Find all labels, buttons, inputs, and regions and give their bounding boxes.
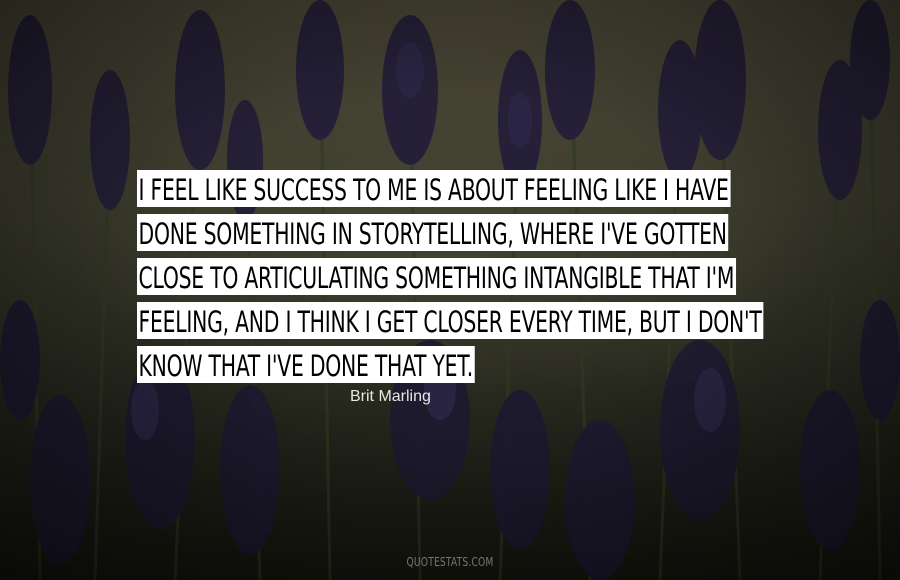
quote-line: I FEEL LIKE SUCCESS TO ME IS ABOUT FEELI… — [137, 170, 777, 214]
quote-line-text: DONE SOMETHING IN STORYTELLING, WHERE I'… — [137, 214, 729, 251]
author-name: Brit Marling — [350, 388, 431, 405]
quote-line: CLOSE TO ARTICULATING SOMETHING INTANGIB… — [137, 258, 777, 302]
quote-line-text: KNOW THAT I'VE DONE THAT YET. — [137, 346, 475, 383]
quote-line: FEELING, AND I THINK I GET CLOSER EVERY … — [137, 302, 777, 346]
quote-line-text: I FEEL LIKE SUCCESS TO ME IS ABOUT FEELI… — [137, 170, 731, 207]
quote-line-text: CLOSE TO ARTICULATING SOMETHING INTANGIB… — [137, 258, 736, 295]
quote-block: I FEEL LIKE SUCCESS TO ME IS ABOUT FEELI… — [137, 170, 777, 390]
quote-line: KNOW THAT I'VE DONE THAT YET. — [137, 346, 777, 390]
quote-line-text: FEELING, AND I THINK I GET CLOSER EVERY … — [137, 302, 764, 339]
site-watermark: QUOTESTATS.COM — [406, 555, 494, 569]
quote-line: DONE SOMETHING IN STORYTELLING, WHERE I'… — [137, 214, 777, 258]
quote-image: I FEEL LIKE SUCCESS TO ME IS ABOUT FEELI… — [0, 0, 900, 580]
